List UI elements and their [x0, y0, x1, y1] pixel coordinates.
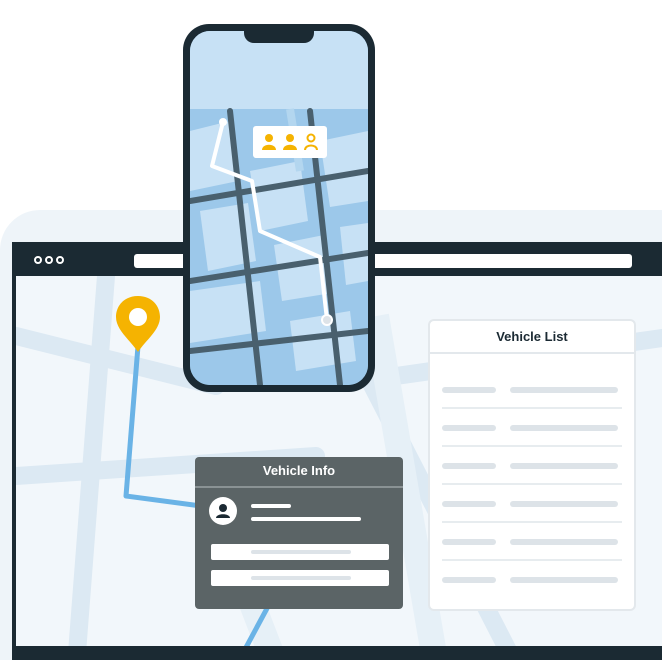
passenger-outline-icon [304, 133, 318, 151]
phone-map [190, 31, 368, 385]
driver-name-placeholder [251, 504, 291, 508]
driver-detail-placeholder [251, 517, 361, 521]
window-dot-icon[interactable] [45, 256, 53, 264]
window-dot-icon[interactable] [34, 256, 42, 264]
phone-search-bar[interactable] [230, 90, 348, 102]
divider [430, 352, 634, 354]
passenger-icon [262, 134, 276, 150]
vehicle-list-row[interactable] [430, 523, 634, 561]
vehicle-list-row[interactable] [430, 371, 634, 409]
location-pin-icon [116, 296, 160, 352]
vehicle-list-row[interactable] [430, 409, 634, 447]
vehicle-list-row[interactable] [430, 561, 634, 599]
passenger-icon [283, 134, 297, 150]
vehicle-info-button[interactable] [211, 544, 389, 560]
vehicle-list-title: Vehicle List [496, 329, 568, 344]
user-icon [209, 497, 237, 525]
vehicle-list-panel: Vehicle List [428, 319, 636, 611]
phone-screen [190, 31, 368, 385]
divider [195, 486, 403, 488]
vehicle-list-row[interactable] [430, 485, 634, 523]
vehicle-info-panel: Vehicle Info [195, 457, 403, 609]
smartphone [183, 24, 375, 392]
vehicle-list-row[interactable] [430, 447, 634, 485]
browser-bottom-bar [16, 646, 662, 656]
passenger-card[interactable] [253, 126, 327, 158]
window-controls[interactable] [34, 256, 64, 264]
phone-notch [244, 31, 314, 43]
vehicle-info-title: Vehicle Info [262, 463, 336, 478]
pin-icon [216, 90, 222, 100]
window-dot-icon[interactable] [56, 256, 64, 264]
vehicle-info-button[interactable] [211, 570, 389, 586]
